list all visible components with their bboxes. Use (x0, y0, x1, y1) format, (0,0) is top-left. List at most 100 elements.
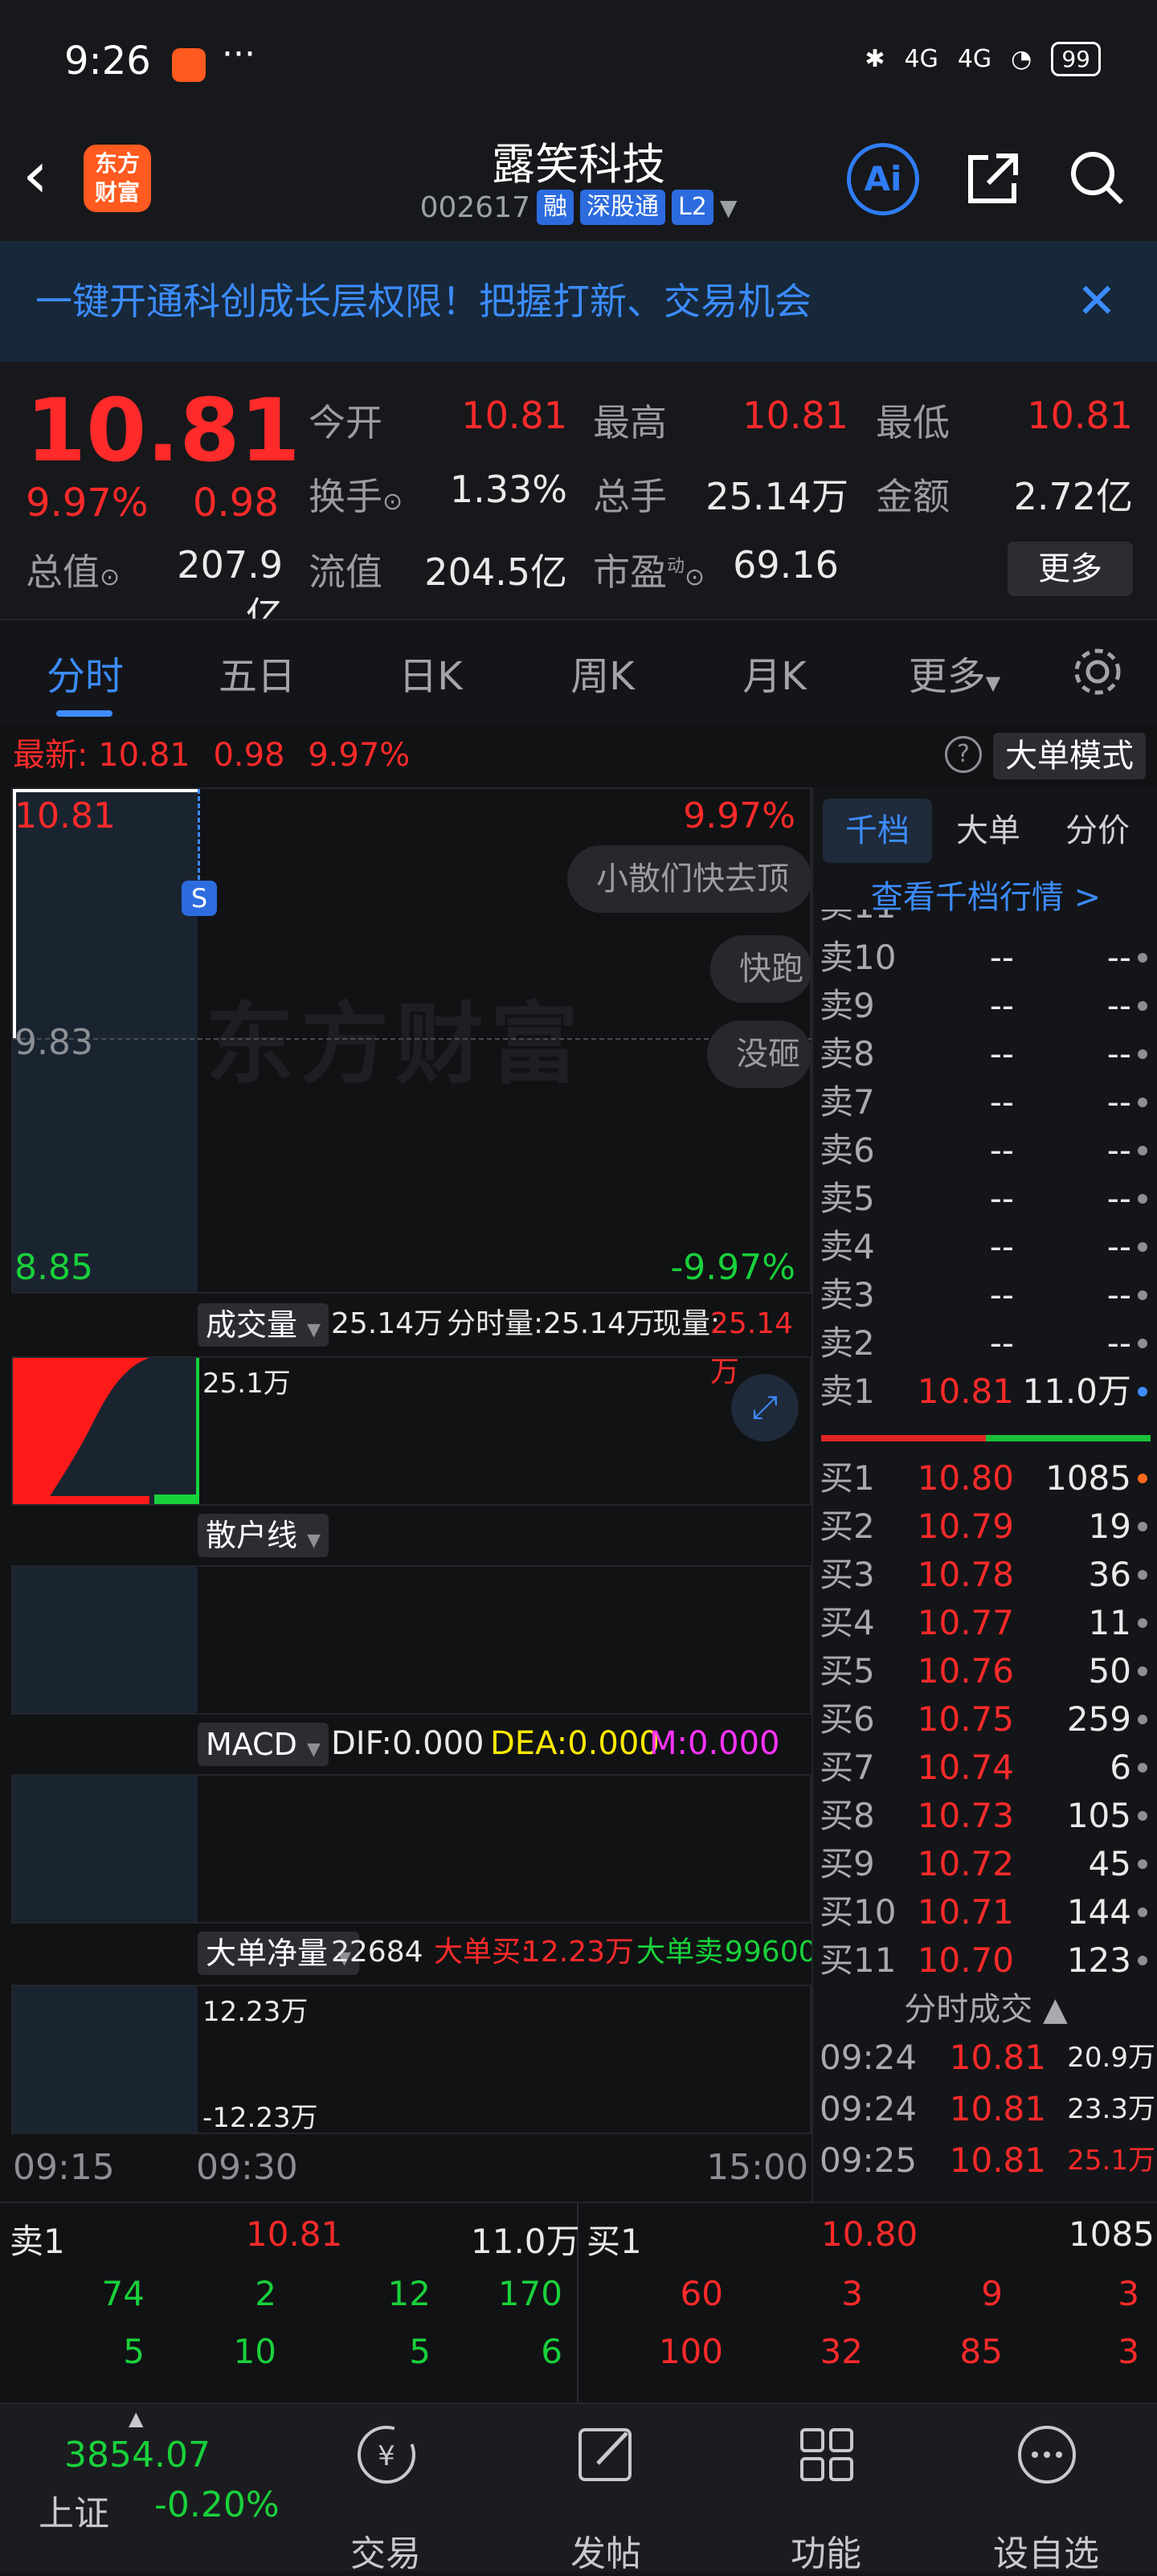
share-icon[interactable] (964, 149, 1022, 207)
nav-post[interactable]: 发帖 (534, 2525, 678, 2576)
level-dot-icon (1138, 1522, 1147, 1531)
sell-signal-marker[interactable]: S (182, 881, 217, 916)
buy-level-row[interactable]: 买7 10.74 6 (813, 1744, 1157, 1792)
comment-bubble[interactable]: 没砸 (707, 1020, 812, 1088)
trade-icon[interactable]: ¥ (350, 2419, 423, 2491)
bignet-axis-min: -12.23万 (202, 2102, 318, 2134)
book-tabs: 千档 大单 分价 (823, 799, 1152, 863)
turnover-label[interactable]: 换手⊙ (309, 468, 403, 521)
level-label: 卖8 (820, 1034, 875, 1073)
bignet-elapsed (13, 1986, 198, 2132)
comment-bubble[interactable]: 快跑 (710, 935, 812, 1003)
pe-label[interactable]: 市盈动⊙ (593, 543, 705, 596)
index-name[interactable]: 上证 (39, 2484, 109, 2536)
tab-more[interactable]: 更多▼ (890, 644, 1019, 701)
nav-trade[interactable]: 交易 (313, 2525, 458, 2576)
retail-pane[interactable] (11, 1565, 812, 1715)
buy-level-row[interactable]: 买8 10.73 105 (813, 1792, 1157, 1840)
level-label: 买11 (820, 1940, 897, 1980)
caret-up-icon[interactable]: ▲ (129, 2407, 143, 2430)
trades-header[interactable]: 分时成交 ▲ (813, 1983, 1157, 2030)
level-queue-panel[interactable]: 卖1 10.81 11.0万 买1 10.80 1085 74 2 12 170 5 10… (0, 2202, 1157, 2404)
queue-order-size: 60 (680, 2274, 723, 2313)
queue-buy-label: 买1 (587, 2222, 642, 2261)
nav-add-watchlist[interactable]: 设自选 (974, 2525, 1118, 2576)
trade-row: 09:25 10.81 25.1万 (813, 2136, 1157, 2186)
change-amount: 0.98 (193, 480, 279, 525)
close-icon[interactable]: ✕ (1077, 241, 1117, 362)
buy-level-row[interactable]: 买3 10.78 36 (813, 1551, 1157, 1599)
quote-panel: 10.81 9.97% 0.98 今开 10.81 最高 10.81 最低 10… (0, 362, 1157, 637)
buy-level-row[interactable]: 买10 10.71 144 (813, 1888, 1157, 1936)
ai-assistant-icon[interactable]: Ai (847, 143, 919, 215)
buy-level-row[interactable]: 买6 10.75 259 (813, 1695, 1157, 1744)
level-label: 卖9 (820, 986, 875, 1025)
sell-level-row[interactable]: 卖4 -- -- (813, 1223, 1157, 1271)
sell-level-row[interactable]: 卖5 -- -- (813, 1175, 1157, 1223)
buy-level-row[interactable]: 买4 10.77 11 (813, 1599, 1157, 1647)
tab-big-orders[interactable]: 大单 (934, 799, 1043, 863)
queue-buy-price: 10.80 (821, 2214, 918, 2254)
sell-level-row[interactable]: 卖2 -- -- (813, 1319, 1157, 1368)
bignet-pane[interactable]: 12.23万 -12.23万 (11, 1985, 812, 2134)
buy-level-row[interactable]: 买11 10.70 123 (813, 1936, 1157, 1985)
retail-header: 散户线 ▼ (0, 1511, 812, 1559)
macd-pane[interactable] (11, 1774, 812, 1924)
sell-level-row[interactable]: 卖1 10.81 11.0万 (813, 1368, 1157, 1416)
sell-level-row[interactable]: 卖7 -- -- (813, 1078, 1157, 1126)
functions-icon[interactable] (791, 2419, 863, 2491)
level-price: 10.71 (917, 1892, 1014, 1932)
index-change[interactable]: -0.20% (154, 2484, 280, 2525)
tab-five-day[interactable]: 五日 (201, 644, 313, 701)
sell-level-row[interactable]: 卖6 -- -- (813, 1126, 1157, 1175)
buy-level-row[interactable]: 买1 10.80 1085 (813, 1454, 1157, 1503)
level-label: 卖5 (820, 1179, 875, 1218)
buy-level-row[interactable]: 买9 10.72 45 (813, 1840, 1157, 1888)
tab-depth[interactable]: 千档 (823, 799, 932, 863)
tab-weekly-k[interactable]: 周K (546, 644, 659, 701)
volume-selector[interactable]: 成交量 ▼ (198, 1303, 329, 1347)
trade-price: 10.81 (949, 2038, 1046, 2077)
buy-level-row[interactable]: 买5 10.76 50 (813, 1647, 1157, 1695)
trade-time: 09:24 (820, 2038, 918, 2077)
expand-icon[interactable]: ⤢ (731, 1374, 799, 1441)
nav-functions[interactable]: 功能 (754, 2525, 898, 2576)
comment-bubble[interactable]: 小散们快去顶 (567, 845, 812, 913)
open-label: 今开 (309, 401, 382, 444)
tab-monthly-k[interactable]: 月K (718, 644, 831, 701)
fs-volume-label: 分时量: (447, 1307, 544, 1340)
search-icon[interactable] (1069, 149, 1125, 206)
info-icon: ⊙ (100, 563, 121, 591)
more-circle-icon[interactable] (1011, 2419, 1083, 2491)
mcap-label[interactable]: 总值⊙ (26, 543, 120, 596)
level-label: 卖6 (820, 1131, 875, 1170)
x-mid: 09:30 (196, 2147, 298, 2188)
volume-pane[interactable]: 25.1万 ⤢ (11, 1356, 812, 1506)
tab-intraday[interactable]: 分时 (29, 644, 141, 701)
post-icon[interactable] (570, 2419, 643, 2491)
help-icon[interactable]: ? (945, 736, 982, 773)
sell-level-row[interactable]: 卖8 -- -- (813, 1030, 1157, 1078)
caret-down-icon: ▼ (307, 1740, 321, 1760)
level-volume: -- (1106, 986, 1131, 1025)
promo-banner[interactable]: 一键开通科创成长层权限！把握打新、交易机会 ✕ (0, 241, 1157, 362)
open-value: 10.81 (461, 394, 567, 437)
level-price: 10.74 (917, 1748, 1014, 1787)
sell-level-row[interactable]: 卖3 -- -- (813, 1271, 1157, 1319)
level-price: 10.80 (917, 1458, 1014, 1498)
buy-level-row[interactable]: 买2 10.79 19 (813, 1503, 1157, 1551)
tab-price-split[interactable]: 分价 (1043, 799, 1152, 863)
sell-level-row[interactable]: 卖10 -- -- (813, 934, 1157, 982)
more-button[interactable]: 更多 (1008, 542, 1133, 596)
level-label: 买8 (820, 1796, 875, 1835)
intraday-chart[interactable]: 东方财富 S 10.81 9.83 8.85 9.97% -9.97% 小散们快… (0, 787, 817, 2202)
big-order-mode-button[interactable]: 大单模式 (993, 733, 1146, 779)
level-dot-icon (1138, 1570, 1147, 1580)
sell-level-row[interactable]: 卖9 -- -- (813, 982, 1157, 1030)
gear-icon[interactable] (1070, 644, 1125, 699)
macd-selector[interactable]: MACD ▼ (198, 1723, 329, 1766)
retail-selector[interactable]: 散户线 ▼ (198, 1514, 329, 1557)
index-value[interactable]: 3854.07 (64, 2435, 211, 2476)
bignet-value: 22684 (331, 1936, 423, 1969)
tab-daily-k[interactable]: 日K (374, 644, 487, 701)
